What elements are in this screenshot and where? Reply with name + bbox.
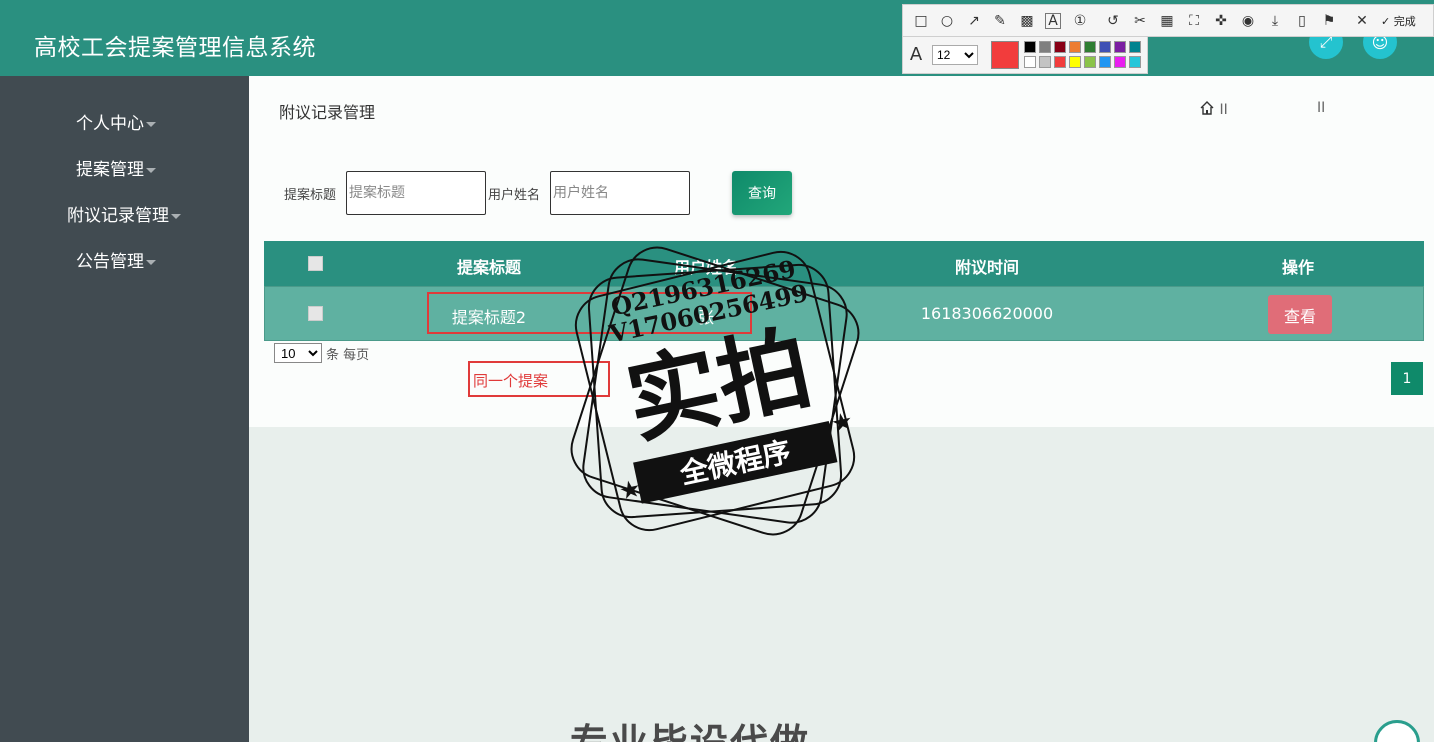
arrow-tool-icon[interactable]: ↗ bbox=[966, 13, 982, 29]
caret-down-icon bbox=[146, 167, 156, 173]
app-title: 高校工会提案管理信息系统 bbox=[34, 35, 316, 61]
undo-icon[interactable]: ↺ bbox=[1105, 13, 1121, 29]
color-swatch[interactable] bbox=[1129, 41, 1141, 53]
sidebar-item-seconding-records[interactable]: 附议记录管理 bbox=[8, 201, 240, 226]
font-icon: A bbox=[909, 44, 923, 65]
sidebar-item-personal-center[interactable]: 个人中心 bbox=[0, 109, 232, 134]
cell-time: 1618306620000 bbox=[920, 304, 1054, 323]
font-size-select[interactable]: 12 bbox=[932, 45, 978, 65]
column-header-time[interactable]: 附议时间 bbox=[955, 254, 1019, 278]
pin-icon[interactable]: ✜ bbox=[1213, 13, 1229, 29]
column-header-title[interactable]: 提案标题 bbox=[457, 254, 521, 278]
page-size-select[interactable]: 10 bbox=[274, 343, 322, 363]
download-icon[interactable]: ⤓ bbox=[1267, 13, 1283, 29]
color-swatch[interactable] bbox=[1069, 41, 1081, 53]
title-search-label: 提案标题 bbox=[284, 188, 337, 203]
breadcrumb: II bbox=[1199, 100, 1228, 118]
text-style-toolbar: A 12 bbox=[902, 37, 1148, 74]
sidebar: 个人中心 提案管理 附议记录管理 公告管理 bbox=[0, 76, 249, 742]
color-swatch[interactable] bbox=[1024, 56, 1036, 68]
color-swatch[interactable] bbox=[1054, 41, 1066, 53]
annotation-rectangle bbox=[427, 292, 752, 334]
sidebar-item-announcement-management[interactable]: 公告管理 bbox=[0, 247, 232, 272]
record-icon[interactable]: ◉ bbox=[1240, 13, 1256, 29]
color-swatch[interactable] bbox=[1114, 56, 1126, 68]
close-icon[interactable]: ✕ bbox=[1354, 13, 1370, 29]
row-checkbox[interactable] bbox=[308, 306, 323, 321]
scroll-to-top-button[interactable] bbox=[1374, 720, 1420, 742]
per-page-label: 条 每页 bbox=[326, 348, 370, 363]
caret-down-icon bbox=[146, 121, 156, 127]
ocr-icon[interactable]: ▦ bbox=[1159, 13, 1175, 29]
rectangle-tool-icon[interactable]: □ bbox=[913, 13, 929, 29]
view-button[interactable]: 查看 bbox=[1268, 295, 1332, 334]
caret-down-icon bbox=[146, 259, 156, 265]
caret-down-icon bbox=[171, 213, 181, 219]
pen-tool-icon[interactable]: ✎ bbox=[992, 13, 1008, 29]
sidebar-item-proposal-management[interactable]: 提案管理 bbox=[0, 155, 232, 180]
query-button[interactable]: 查询 bbox=[732, 171, 792, 215]
clip-icon[interactable]: ✂ bbox=[1132, 13, 1148, 29]
color-swatch[interactable] bbox=[1039, 41, 1051, 53]
color-swatch[interactable] bbox=[1084, 41, 1096, 53]
done-label: 完成 bbox=[1393, 15, 1416, 28]
table-header: 提案标题 用户姓名 附议时间 操作 bbox=[264, 241, 1424, 286]
sidebar-item-label: 提案管理 bbox=[76, 160, 144, 180]
user-search-input[interactable] bbox=[550, 171, 690, 215]
color-swatch[interactable] bbox=[1039, 56, 1051, 68]
column-header-user[interactable]: 用户姓名 bbox=[674, 254, 738, 278]
color-swatch[interactable] bbox=[1084, 56, 1096, 68]
sidebar-item-label: 个人中心 bbox=[76, 114, 144, 134]
footer-promo-text: 专业毕设代做 bbox=[570, 712, 810, 742]
watermark-sub: 全微程序 bbox=[676, 435, 793, 491]
current-color-swatch bbox=[991, 41, 1019, 69]
mosaic-tool-icon[interactable]: ▩ bbox=[1019, 13, 1035, 29]
home-icon[interactable] bbox=[1199, 100, 1215, 116]
user-search-label: 用户姓名 bbox=[488, 188, 541, 203]
text-tool-icon[interactable]: A bbox=[1045, 13, 1061, 29]
breadcrumb-separator: II bbox=[1317, 100, 1326, 116]
main-content: 附议记录管理 II II 提案标题 用户姓名 查询 提案标题 用户姓名 附议时间… bbox=[249, 76, 1434, 427]
color-swatch[interactable] bbox=[1114, 41, 1126, 53]
page-title: 附议记录管理 bbox=[279, 103, 376, 122]
color-swatch[interactable] bbox=[1099, 41, 1111, 53]
color-swatch[interactable] bbox=[1069, 56, 1081, 68]
color-swatch[interactable] bbox=[1129, 56, 1141, 68]
ellipse-tool-icon[interactable]: ○ bbox=[939, 13, 955, 29]
star-icon: ★ bbox=[617, 474, 644, 506]
sidebar-item-label: 公告管理 bbox=[76, 252, 144, 272]
color-swatch[interactable] bbox=[1054, 56, 1066, 68]
sidebar-item-label: 附议记录管理 bbox=[67, 206, 169, 226]
bookmark-icon[interactable]: ⚑ bbox=[1321, 13, 1337, 29]
page-button-1[interactable]: 1 bbox=[1391, 362, 1423, 395]
number-tool-icon[interactable]: ① bbox=[1072, 13, 1088, 29]
breadcrumb-separator: II bbox=[1219, 102, 1228, 118]
color-swatch[interactable] bbox=[1099, 56, 1111, 68]
title-search-input[interactable] bbox=[346, 171, 486, 215]
color-swatch[interactable] bbox=[1024, 41, 1036, 53]
annotation-text: 同一个提案 bbox=[473, 372, 549, 390]
phone-icon[interactable]: ▯ bbox=[1294, 13, 1310, 29]
capture-icon[interactable]: ⛶ bbox=[1186, 13, 1202, 29]
column-header-action: 操作 bbox=[1281, 258, 1315, 277]
select-all-checkbox[interactable] bbox=[308, 256, 323, 271]
screenshot-toolbar: □ ○ ↗ ✎ ▩ A ① ↺ ✂ ▦ ⛶ ✜ ◉ ⤓ ▯ ⚑ ✕ ✓ 完成 bbox=[902, 4, 1434, 37]
done-button[interactable]: ✓ 完成 bbox=[1381, 13, 1416, 29]
